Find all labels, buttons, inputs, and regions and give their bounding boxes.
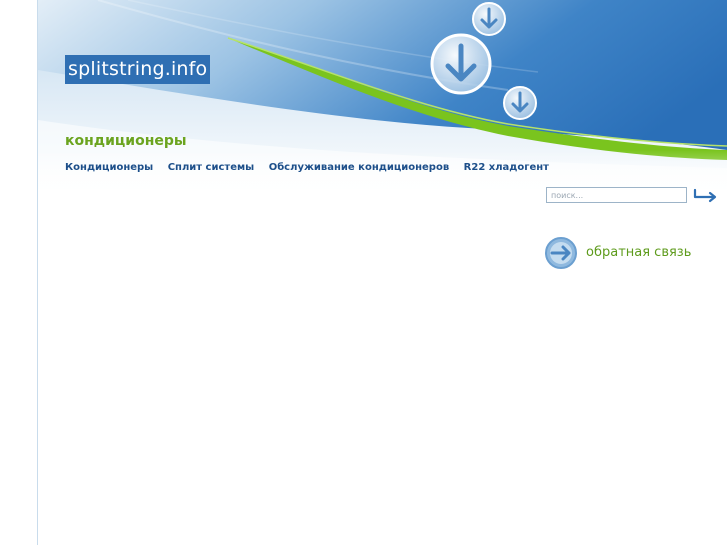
search-input[interactable] — [546, 187, 687, 203]
nav-item-konditsionery[interactable]: Кондиционеры — [65, 162, 153, 173]
feedback-link[interactable]: обратная связь — [544, 236, 714, 270]
right-arrow-circle-icon — [545, 237, 577, 269]
site-logo[interactable]: splitstring.info — [65, 55, 211, 84]
feedback-label: обратная связь — [586, 245, 692, 260]
download-arrow-icon — [430, 33, 492, 95]
return-arrow-icon — [693, 188, 717, 203]
page: splitstring.info кондиционеры Кондиционе… — [0, 0, 727, 545]
download-arrow-icon — [503, 86, 537, 120]
download-arrow-icon — [472, 2, 506, 36]
nav-item-r22[interactable]: R22 хладогент — [464, 162, 549, 173]
nav-item-obsluzhivanie[interactable]: Обслуживание кондиционеров — [269, 162, 449, 173]
search-submit-button[interactable] — [692, 187, 719, 203]
nav-item-split-sistemy[interactable]: Сплит системы — [168, 162, 255, 173]
site-subtitle: кондиционеры — [65, 133, 187, 149]
main-nav: Кондиционеры Сплит системы Обслуживание … — [65, 160, 560, 176]
